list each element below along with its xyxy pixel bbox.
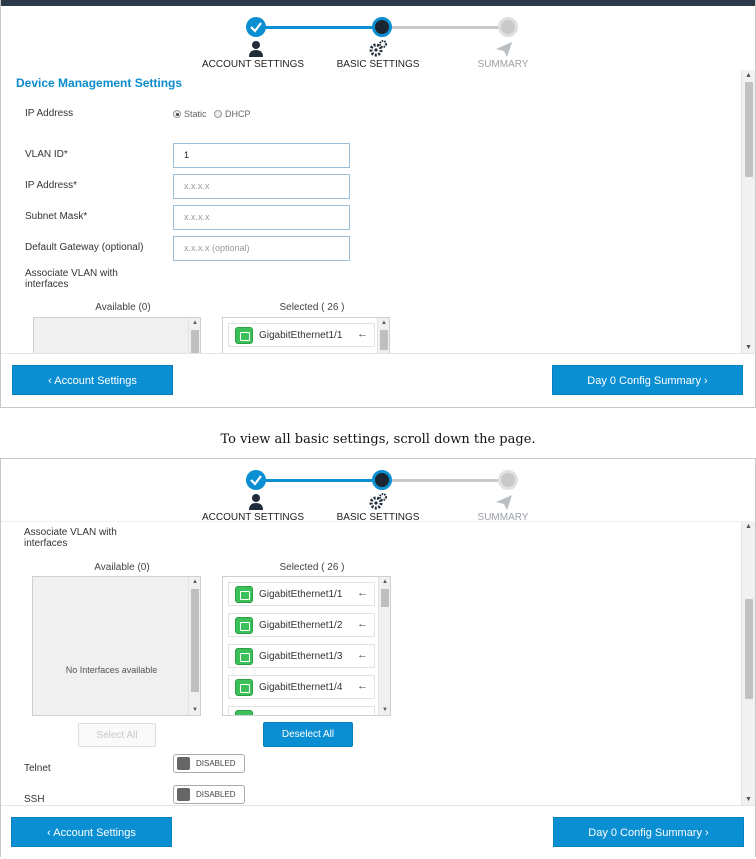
paper-plane-icon (496, 495, 512, 510)
next-button[interactable]: Day 0 Config Summary › (553, 817, 744, 847)
gears-icon (369, 493, 387, 510)
ethernet-port-icon (235, 617, 253, 634)
step-basic-circle[interactable] (372, 470, 392, 490)
selected-interface-item[interactable]: GigabitEthernet1/3 ← (228, 644, 375, 668)
radio-static[interactable]: Static (173, 109, 207, 119)
ip-mode-radio-group: Static DHCP (173, 109, 251, 119)
wizard-panel-bottom: ACCOUNT SETTINGS BASIC SETTINGS SUMMARY … (0, 458, 756, 859)
selected-interface-item[interactable]: GigabitEthernet1/1 ← (228, 323, 375, 347)
check-icon (250, 475, 262, 486)
deselect-all-button[interactable]: Deselect All (263, 722, 353, 747)
wizard-stepper: ACCOUNT SETTINGS BASIC SETTINGS SUMMARY (1, 459, 755, 523)
stepper-line-done (263, 26, 373, 29)
telnet-toggle[interactable]: DISABLED (173, 754, 245, 773)
subnet-mask-input[interactable]: x.x.x.x (173, 205, 350, 230)
no-interfaces-message: No Interfaces available (65, 665, 158, 675)
arrow-left-icon[interactable]: ← (357, 649, 368, 661)
selected-header: Selected ( 26 ) (279, 302, 345, 313)
arrow-left-icon[interactable]: ← (357, 680, 368, 692)
step-label-basic: BASIC SETTINGS (336, 59, 420, 70)
ip-mode-label: IP Address (25, 108, 74, 119)
default-gateway-input[interactable]: x.x.x.x (optional) (173, 236, 350, 261)
ssh-toggle[interactable]: DISABLED (173, 785, 245, 804)
scroll-up-icon[interactable]: ▲ (742, 72, 755, 79)
page-scrollbar[interactable]: ▲ ▼ (741, 70, 755, 353)
vlan-id-input[interactable]: 1 (173, 143, 350, 168)
check-icon (250, 22, 262, 33)
chevron-left-icon: ‹ (48, 375, 52, 387)
ethernet-port-icon (235, 679, 253, 696)
selected-header: Selected ( 26 ) (279, 562, 345, 573)
available-list-scrollbar[interactable]: ▲ ▼ (188, 577, 200, 715)
form-scroll-area[interactable]: Associate VLAN with interfaces Available … (1, 521, 741, 805)
ip-address-label: IP Address* (25, 180, 78, 191)
arrow-left-icon[interactable]: ← (357, 328, 368, 340)
gears-icon (369, 40, 387, 57)
subnet-mask-label: Subnet Mask* (25, 211, 88, 222)
chevron-left-icon: ‹ (47, 827, 51, 839)
step-summary-circle (498, 17, 518, 37)
step-label-account: ACCOUNT SETTINGS (201, 59, 305, 70)
selected-list[interactable]: GigabitEthernet1/1 ← GigabitEthernet1/2 … (222, 576, 391, 716)
ethernet-port-icon (235, 648, 253, 665)
arrow-left-icon[interactable]: ← (357, 587, 368, 599)
available-header: Available (0) (94, 562, 150, 573)
wizard-stepper: ACCOUNT SETTINGS BASIC SETTINGS SUMMARY (1, 6, 755, 70)
ethernet-port-icon (235, 586, 253, 603)
paper-plane-icon (496, 42, 512, 57)
arrow-left-icon[interactable]: ← (357, 618, 368, 630)
ssh-label: SSH (24, 794, 45, 805)
page-caption: To view all basic settings, scroll down … (220, 432, 536, 447)
wizard-footer: ‹ Account Settings Day 0 Config Summary … (1, 805, 755, 859)
scroll-down-icon[interactable]: ▼ (742, 796, 755, 803)
vlan-id-label: VLAN ID* (25, 149, 68, 160)
select-all-button[interactable]: Select All (78, 723, 156, 747)
form-scroll-area[interactable]: Device Management Settings IP Address St… (1, 70, 741, 353)
selected-interface-item-partial[interactable] (228, 706, 375, 715)
chevron-right-icon: › (705, 827, 709, 839)
ip-address-input[interactable]: x.x.x.x (173, 174, 350, 199)
user-icon (249, 41, 263, 57)
chevron-right-icon: › (704, 375, 708, 387)
selected-interface-item[interactable]: GigabitEthernet1/1 ← (228, 582, 375, 606)
associate-vlan-label: Associate VLAN with interfaces (25, 268, 118, 290)
associate-vlan-label: Associate VLAN with interfaces (24, 527, 117, 549)
ethernet-port-icon (235, 327, 253, 344)
stepper-line-done (263, 479, 373, 482)
wizard-footer: ‹ Account Settings Day 0 Config Summary … (1, 353, 755, 407)
available-header: Available (0) (95, 302, 151, 313)
telnet-label: Telnet (24, 763, 51, 774)
selected-interface-item[interactable]: GigabitEthernet1/2 ← (228, 613, 375, 637)
step-basic-circle[interactable] (372, 17, 392, 37)
page-scrollbar[interactable]: ▲ ▼ (741, 521, 755, 805)
back-button[interactable]: ‹ Account Settings (11, 817, 172, 847)
available-list[interactable]: No Interfaces available ▲ ▼ (32, 576, 201, 716)
user-icon (249, 494, 263, 510)
step-account-circle[interactable] (246, 17, 266, 37)
stepper-line-pending (389, 26, 499, 29)
stepper-line-pending (389, 479, 499, 482)
section-title: Device Management Settings (16, 76, 183, 90)
selected-list[interactable]: GigabitEthernet1/1 ← ▲ (222, 317, 390, 353)
radio-dhcp[interactable]: DHCP (214, 109, 251, 119)
scroll-down-icon[interactable]: ▼ (742, 344, 755, 351)
available-list-scrollbar[interactable]: ▲ (188, 318, 200, 353)
selected-list-scrollbar[interactable]: ▲ (377, 318, 389, 353)
selected-list-scrollbar[interactable]: ▲ ▼ (378, 577, 390, 715)
wizard-panel-top: ACCOUNT SETTINGS BASIC SETTINGS SUMMARY … (0, 0, 756, 408)
back-button[interactable]: ‹ Account Settings (12, 365, 173, 395)
scroll-up-icon[interactable]: ▲ (742, 523, 755, 530)
selected-interface-item[interactable]: GigabitEthernet1/4 ← (228, 675, 375, 699)
ethernet-port-icon (235, 710, 253, 715)
step-label-summary: SUMMARY (477, 59, 529, 70)
default-gateway-label: Default Gateway (optional) (25, 242, 144, 253)
available-list[interactable]: ▲ (33, 317, 201, 353)
next-button[interactable]: Day 0 Config Summary › (552, 365, 743, 395)
step-summary-circle (498, 470, 518, 490)
step-account-circle[interactable] (246, 470, 266, 490)
